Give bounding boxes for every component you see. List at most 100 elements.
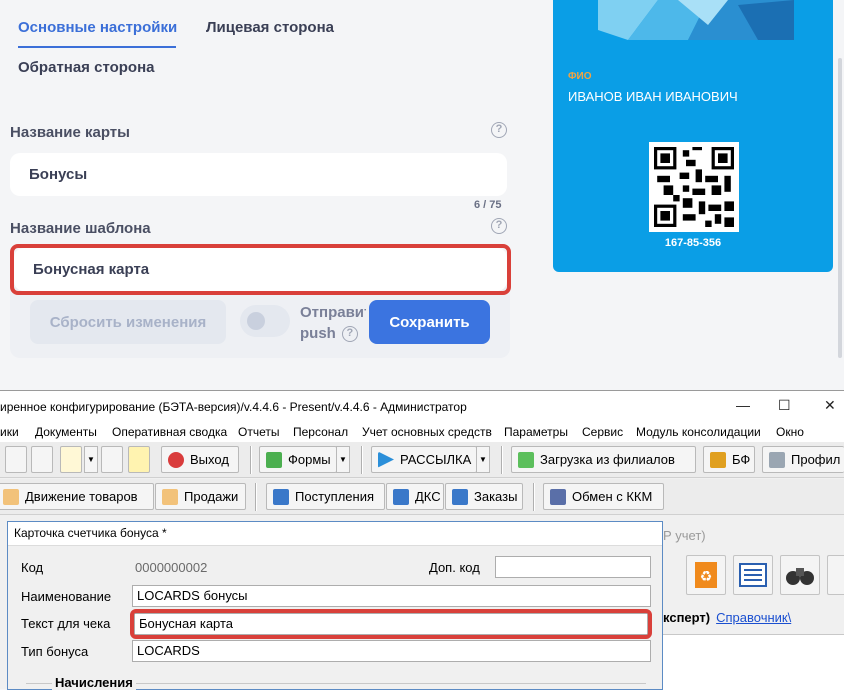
- minimize-icon[interactable]: —: [736, 397, 750, 413]
- dks-button[interactable]: ДКС: [386, 483, 444, 510]
- goods-movement-label: Движение товаров: [25, 489, 138, 504]
- funnel-icon[interactable]: [827, 555, 844, 595]
- play-icon: [378, 451, 394, 468]
- card-name-counter: 6 / 75: [474, 199, 502, 211]
- document-icon: [3, 488, 19, 505]
- send-push-label: Отправить push ?: [300, 302, 366, 344]
- menu-item-window[interactable]: Окно: [776, 425, 804, 439]
- menu-item-directories[interactable]: ики: [0, 425, 19, 439]
- push-label-line2-row: push ?: [300, 323, 366, 344]
- list-icon: [452, 488, 468, 505]
- card-number: 167-85-356: [664, 237, 722, 249]
- coins-icon: [710, 451, 726, 468]
- note-icon[interactable]: [128, 446, 150, 473]
- menu-item-service[interactable]: Сервис: [582, 425, 623, 439]
- menu-item-reports[interactable]: Отчеты: [238, 425, 279, 439]
- send-push-toggle[interactable]: [240, 305, 290, 337]
- recycle-icon[interactable]: ♻: [686, 555, 726, 595]
- card-artwork: [598, 0, 794, 40]
- edit-icon[interactable]: [101, 446, 123, 473]
- bonus-type-label: Тип бонуса: [21, 644, 89, 659]
- bonus-type-select[interactable]: LOCARDS: [132, 640, 651, 662]
- list-icon: [273, 488, 289, 505]
- load-from-branches-label: Загрузка из филиалов: [540, 452, 675, 467]
- name-input[interactable]: LOCARDS бонусы: [132, 585, 651, 607]
- toolbar-divider: [501, 446, 503, 474]
- sales-button[interactable]: Продажи: [155, 483, 246, 510]
- save-button[interactable]: Сохранить: [369, 300, 490, 344]
- tab-back-side[interactable]: Обратная сторона: [18, 59, 155, 76]
- name-label: Наименование: [21, 589, 112, 604]
- tab-basic-settings[interactable]: Основные настройки: [18, 19, 177, 36]
- document-icon: [162, 488, 178, 505]
- web-settings-page: Основные настройки Лицевая сторона Обрат…: [0, 0, 844, 390]
- scrollbar-thumb[interactable]: [838, 58, 842, 358]
- tab-front-side[interactable]: Лицевая сторона: [206, 19, 334, 36]
- menu-item-documents[interactable]: Документы: [35, 425, 97, 439]
- register-icon: [550, 488, 566, 505]
- toolbar-divider: [255, 483, 257, 511]
- reference-link[interactable]: Справочник\: [716, 610, 791, 625]
- dks-label: ДКС: [415, 489, 441, 504]
- background-tab[interactable]: Р учет): [663, 528, 706, 543]
- help-icon[interactable]: ?: [491, 122, 507, 138]
- bf-button[interactable]: БФ: [703, 446, 755, 473]
- profile-icon: [769, 451, 785, 468]
- background-bold-text: ксперт): [663, 610, 711, 625]
- mailing-button[interactable]: РАССЫЛКА: [371, 446, 477, 473]
- toolbar-divider: [361, 446, 363, 474]
- dialog-title: Карточка счетчика бонуса *: [8, 522, 662, 546]
- sparkle-icon[interactable]: [60, 446, 82, 473]
- card-preview: ФИО ИВАНОВ ИВАН ИВАНОВИЧ 167-85-356: [553, 0, 833, 272]
- list-icon[interactable]: [733, 555, 773, 595]
- push-label-line2: push: [300, 325, 336, 342]
- load-from-branches-button[interactable]: Загрузка из филиалов: [511, 446, 696, 473]
- checkmark-icon: [266, 451, 282, 468]
- goods-movement-button[interactable]: Движение товаров: [0, 483, 154, 510]
- profile-button[interactable]: Профил: [762, 446, 844, 473]
- exit-button[interactable]: Выход: [161, 446, 239, 473]
- desktop-app-window: иренное конфигурирование (БЭТА-версия)/v…: [0, 390, 844, 690]
- receipts-label: Поступления: [295, 489, 375, 504]
- forms-button[interactable]: Формы: [259, 446, 337, 473]
- receipts-button[interactable]: Поступления: [266, 483, 385, 510]
- extra-code-input[interactable]: [495, 556, 651, 578]
- help-icon[interactable]: ?: [491, 218, 507, 234]
- main-toolbar: ▼ Выход Формы ▼ РАССЫЛКА ▼ Загрузка из ф…: [0, 442, 844, 478]
- chevron-down-icon[interactable]: ▼: [336, 446, 350, 473]
- toolbar-divider: [250, 446, 252, 474]
- help-icon[interactable]: ?: [341, 325, 358, 342]
- chevron-down-icon[interactable]: ▼: [476, 446, 490, 473]
- active-tab-underline: [18, 46, 176, 48]
- code-label: Код: [21, 560, 44, 575]
- window-title: иренное конфигурирование (БЭТА-версия)/v…: [0, 400, 467, 414]
- scanner-icon[interactable]: [31, 446, 53, 473]
- secondary-toolbar: Движение товаров Продажи Поступления ДКС…: [0, 479, 844, 515]
- highlight-outline: [10, 244, 511, 295]
- card-name-label: Название карты: [10, 124, 130, 141]
- orders-button[interactable]: Заказы: [445, 483, 523, 510]
- bonus-counter-dialog: Карточка счетчика бонуса * Код 000000000…: [7, 521, 663, 690]
- toolbar-divider: [533, 483, 535, 511]
- accruals-section-title: Начисления: [52, 675, 136, 690]
- svg-text:♻: ♻: [700, 569, 713, 585]
- menu-item-operational-summary[interactable]: Оперативная сводка: [112, 425, 227, 439]
- settings-form-panel: Основные настройки Лицевая сторона Обрат…: [0, 0, 548, 390]
- printer-icon[interactable]: [5, 446, 27, 473]
- background-grid: [663, 634, 844, 690]
- receipt-text-label: Текст для чека: [21, 616, 111, 631]
- reset-changes-button[interactable]: Сбросить изменения: [30, 300, 226, 344]
- chevron-down-icon[interactable]: ▼: [84, 446, 98, 473]
- close-icon[interactable]: ✕: [824, 397, 836, 414]
- menu-item-consolidation[interactable]: Модуль консолидации: [636, 425, 761, 439]
- menu-item-parameters[interactable]: Параметры: [504, 425, 568, 439]
- menu-item-staff[interactable]: Персонал: [293, 425, 348, 439]
- menu-item-fixed-assets[interactable]: Учет основных средств: [362, 425, 492, 439]
- maximize-icon[interactable]: ☐: [778, 397, 791, 414]
- kkm-exchange-button[interactable]: Обмен с ККМ: [543, 483, 664, 510]
- card-name-input[interactable]: Бонусы: [10, 153, 507, 196]
- code-value: 0000000002: [135, 560, 208, 575]
- background-link-row: ксперт) Справочник\: [663, 610, 791, 625]
- binoculars-icon[interactable]: [780, 555, 820, 595]
- list-icon: [393, 488, 409, 505]
